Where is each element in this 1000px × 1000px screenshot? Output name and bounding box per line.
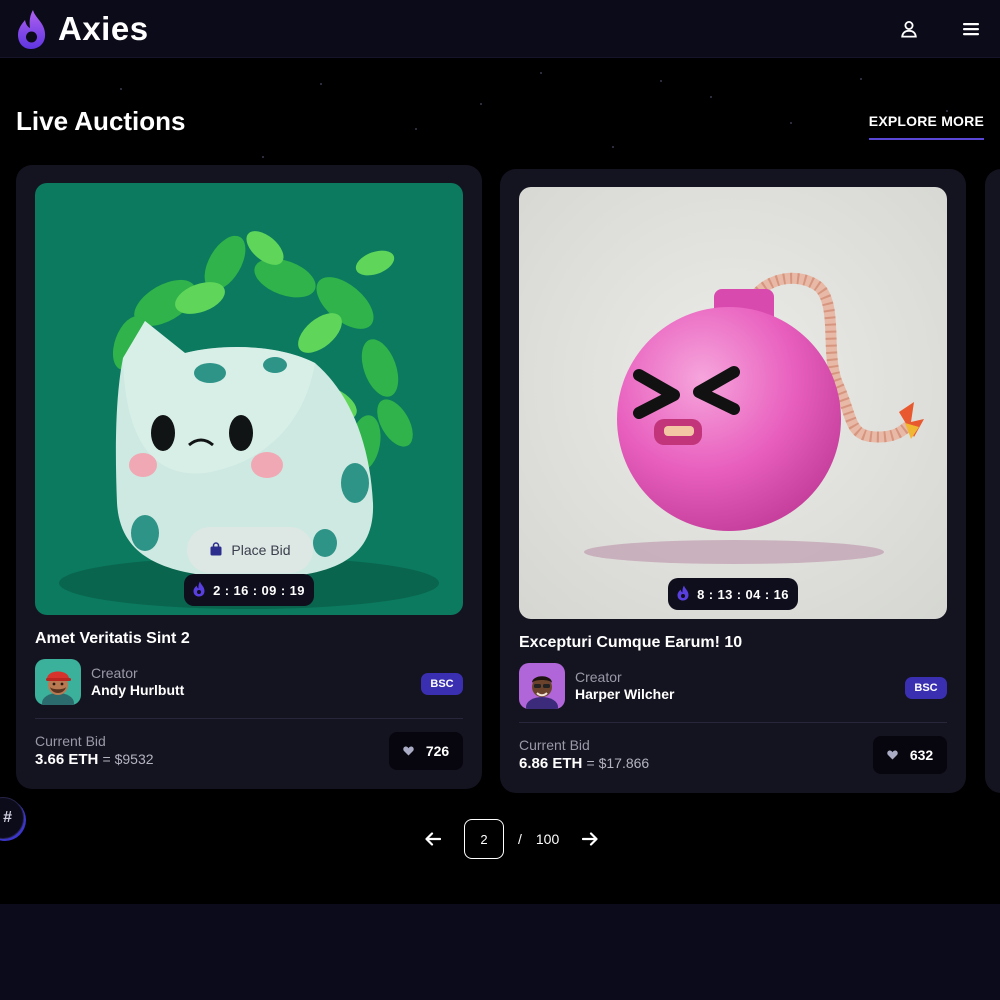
flame-icon (193, 581, 205, 600)
bid-eth-amount: 3.66 ETH (35, 751, 99, 768)
like-count: 632 (909, 747, 934, 763)
nft-title[interactable]: Excepturi Cumque Earum! 10 (519, 634, 742, 652)
countdown-timer: 2 : 16 : 09 : 19 (184, 574, 314, 606)
nft-artwork-image[interactable] (519, 187, 947, 619)
brand-name: Axies (58, 9, 149, 47)
page-separator: / (518, 831, 522, 847)
nft-title[interactable]: Amet Veritatis Sint 2 (35, 630, 190, 648)
chain-badge: BSC (905, 677, 947, 699)
countdown-timer: 8 : 13 : 04 : 16 (668, 578, 798, 610)
menu-icon[interactable] (960, 18, 982, 40)
section-title: Live Auctions (16, 106, 186, 136)
auction-card[interactable]: Place Bid 2 : 16 : 09 : 19 Amet Veritati… (16, 165, 482, 789)
place-bid-button[interactable]: Place Bid (187, 527, 313, 573)
arrow-left-icon[interactable] (422, 828, 444, 850)
heart-icon (403, 743, 414, 759)
avatar[interactable] (519, 663, 565, 709)
chain-badge: BSC (421, 673, 463, 695)
creator-info: Creator Harper Wilcher (519, 663, 674, 709)
current-page-input[interactable]: 2 (464, 819, 504, 859)
current-bid-label: Current Bid (519, 737, 590, 753)
creator-label: Creator (575, 669, 622, 685)
heart-icon (887, 747, 898, 763)
like-button[interactable]: 632 (873, 736, 947, 774)
page-total: 100 (535, 831, 560, 847)
bid-usd-amount: = $17.866 (586, 755, 650, 771)
divider (35, 718, 463, 719)
flame-logo-icon (16, 8, 48, 50)
arrow-right-icon[interactable] (579, 828, 601, 850)
avatar[interactable] (35, 659, 81, 705)
pagination: 2 / 100 (422, 819, 601, 859)
place-bid-label: Place Bid (231, 542, 291, 558)
creator-label: Creator (91, 665, 138, 681)
floating-hash-button[interactable]: # (0, 797, 24, 839)
countdown-value: 8 : 13 : 04 : 16 (697, 586, 789, 602)
like-count: 726 (425, 743, 450, 759)
brand-logo[interactable]: Axies (16, 8, 149, 50)
top-navigation-bar: Axies (0, 0, 1000, 58)
flame-icon (677, 585, 689, 604)
explore-more-link[interactable]: EXPLORE MORE (868, 113, 984, 140)
divider (519, 722, 947, 723)
current-bid-value: 3.66 ETH = $9532 (35, 751, 154, 768)
creator-name[interactable]: Andy Hurlbutt (91, 682, 184, 699)
auction-card[interactable]: 8 : 13 : 04 : 16 Excepturi Cumque Earum!… (500, 169, 966, 793)
auction-card-partial[interactable] (985, 169, 1000, 793)
current-bid-value: 6.86 ETH = $17.866 (519, 755, 649, 772)
user-icon[interactable] (898, 18, 920, 40)
bid-eth-amount: 6.86 ETH (519, 755, 583, 772)
bid-usd-amount: = $9532 (102, 751, 154, 767)
countdown-value: 2 : 16 : 09 : 19 (213, 582, 305, 598)
creator-name[interactable]: Harper Wilcher (575, 686, 674, 703)
shopping-bag-icon (209, 541, 223, 559)
creator-info: Creator Andy Hurlbutt (35, 659, 184, 705)
like-button[interactable]: 726 (389, 732, 463, 770)
current-bid-label: Current Bid (35, 733, 106, 749)
footer-band (0, 904, 1000, 1000)
